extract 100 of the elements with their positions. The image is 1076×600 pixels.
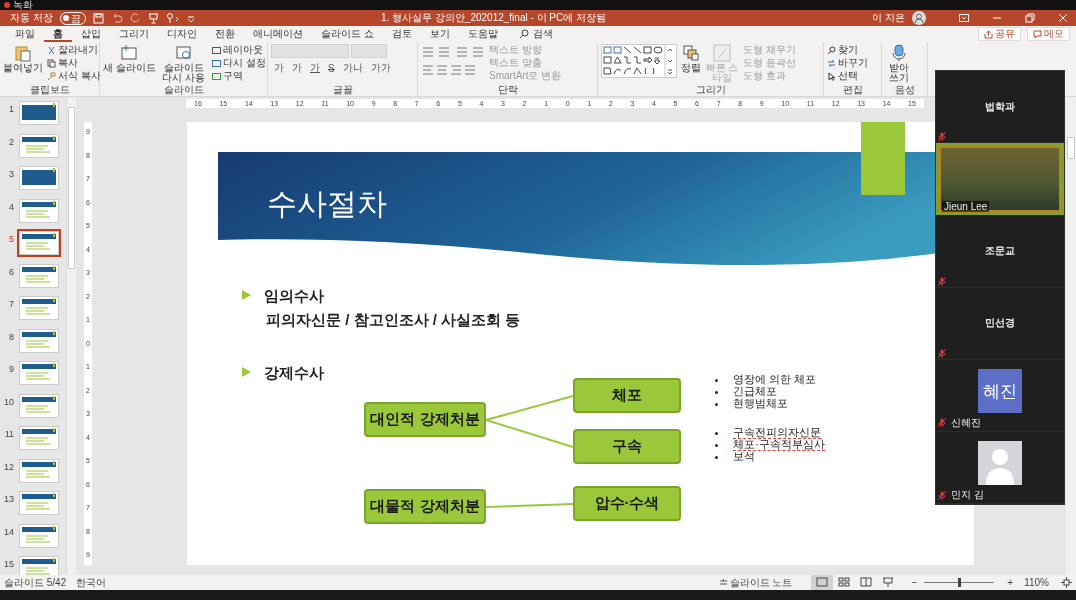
slide-thumbnail[interactable] bbox=[19, 328, 59, 353]
slide-search-icon bbox=[174, 44, 193, 62]
reuse-slides-button[interactable]: 슬라이드 다시 사용 bbox=[159, 44, 208, 83]
slide-number: 13 bbox=[3, 494, 14, 504]
arrange-button[interactable]: 정렬 bbox=[681, 44, 701, 73]
slide-thumbnail[interactable] bbox=[19, 166, 59, 190]
slide-thumbnail[interactable] bbox=[19, 426, 59, 450]
fit-to-window-icon[interactable] bbox=[1061, 577, 1072, 588]
person-silhouette-icon bbox=[978, 441, 1022, 486]
reset-button[interactable]: 다시 설정 bbox=[211, 57, 266, 69]
arrange-icon bbox=[682, 44, 700, 62]
redo-icon[interactable] bbox=[129, 12, 141, 24]
ribbon-tab[interactable]: 그리기 bbox=[110, 26, 158, 42]
slide-thumbnail[interactable] bbox=[19, 101, 59, 125]
replace-button[interactable]: 바꾸기 bbox=[827, 57, 868, 69]
slide-thumbnail[interactable] bbox=[19, 263, 59, 288]
scrollbar[interactable] bbox=[66, 97, 76, 575]
language-label[interactable]: 한국어 bbox=[76, 575, 107, 590]
participant-name: 법학과 bbox=[985, 99, 1015, 114]
font-format-button[interactable]: 가 bbox=[289, 61, 305, 75]
diagram-node: 대인적 강제처분 bbox=[364, 402, 486, 437]
section-heading: 임의수사 bbox=[264, 287, 324, 306]
slide-thumbnail[interactable] bbox=[19, 361, 59, 385]
slide-thumbnail[interactable] bbox=[19, 133, 59, 158]
brush-icon bbox=[47, 71, 56, 81]
ribbon-tab[interactable]: 검토 bbox=[382, 26, 421, 42]
diagram-node: 압수·수색 bbox=[573, 486, 681, 521]
ribbon-tab[interactable]: 애니메이션 bbox=[244, 26, 312, 42]
paste-button[interactable]: 붙여넣기 bbox=[3, 44, 43, 73]
restore-icon[interactable] bbox=[1025, 13, 1035, 23]
ribbon-tab[interactable]: 보기 bbox=[420, 26, 459, 42]
slide-thumbnail[interactable] bbox=[19, 491, 59, 515]
cut-button[interactable]: 잘라내기 bbox=[47, 44, 101, 56]
slide-number: 14 bbox=[3, 526, 14, 537]
notes-button[interactable]: 슬라이드 노트 bbox=[718, 575, 793, 590]
bullet-text: 구속전피의자신문 bbox=[733, 427, 821, 439]
normal-view-icon[interactable] bbox=[811, 575, 834, 590]
slide-thumbnail[interactable] bbox=[19, 458, 59, 483]
dictate-button[interactable]: 받아 쓰기 bbox=[885, 44, 913, 83]
font-format-button[interactable]: 가가 bbox=[367, 61, 394, 75]
font-format-button[interactable]: 가나 bbox=[339, 61, 366, 75]
participant-name: 민선경 bbox=[985, 316, 1015, 331]
new-slide-button[interactable]: 새 슬라이드 bbox=[103, 44, 156, 73]
presentation-icon[interactable] bbox=[147, 12, 159, 24]
ribbon-tab[interactable]: 파일 bbox=[6, 26, 44, 42]
bullet-icon bbox=[715, 378, 718, 382]
section-icon bbox=[211, 71, 221, 81]
touch-mode-icon[interactable] bbox=[165, 12, 180, 24]
layout-icon bbox=[211, 45, 221, 55]
diagram-node: 체포 bbox=[573, 378, 681, 413]
find-button[interactable]: 찾기 bbox=[827, 44, 868, 56]
font-size-field[interactable] bbox=[351, 44, 387, 58]
share-button[interactable]: 공유 bbox=[978, 27, 1021, 41]
comment-button[interactable]: 메모 bbox=[1027, 27, 1070, 41]
zoom-in-button[interactable]: + bbox=[1006, 576, 1015, 589]
slide-thumbnail[interactable] bbox=[19, 556, 59, 575]
font-format-button[interactable]: 가 bbox=[307, 61, 323, 75]
ribbon-tab[interactable]: 삽입 bbox=[72, 26, 110, 42]
slide-thumbnail[interactable] bbox=[19, 231, 59, 255]
section-button[interactable]: 구역 bbox=[211, 70, 266, 82]
user-avatar-icon[interactable] bbox=[912, 11, 926, 25]
font-name-field[interactable] bbox=[271, 44, 349, 58]
shapes-gallery[interactable] bbox=[601, 44, 677, 78]
slide-number: 3 bbox=[8, 169, 14, 179]
slide-thumbnail[interactable] bbox=[19, 198, 59, 223]
slide-thumbnail[interactable] bbox=[19, 523, 59, 548]
save-icon[interactable] bbox=[92, 12, 104, 24]
participant-name: 신혜진 bbox=[949, 415, 983, 430]
select-button[interactable]: 선택 bbox=[827, 70, 868, 82]
slide-thumbnail[interactable] bbox=[19, 296, 59, 320]
slide-number: 7 bbox=[8, 299, 14, 309]
swap-arrows-icon bbox=[827, 58, 836, 68]
ribbon-tab[interactable]: 슬라이드 쇼 bbox=[312, 26, 383, 42]
ribbon-tab[interactable]: 디자인 bbox=[158, 26, 206, 42]
ribbon-tab[interactable]: 전환 bbox=[206, 26, 244, 42]
zoom-out-button[interactable]: − bbox=[910, 576, 919, 589]
format-painter-button[interactable]: 서식 복사 bbox=[47, 70, 101, 82]
font-format-button[interactable]: S bbox=[325, 61, 338, 75]
slide-thumbnail[interactable] bbox=[19, 393, 59, 418]
search-icon bbox=[827, 45, 836, 55]
close-icon[interactable] bbox=[1058, 13, 1068, 23]
participant-name: 민지 김 bbox=[949, 488, 986, 503]
scrollbar[interactable] bbox=[1066, 97, 1076, 575]
zoom-level[interactable]: 110% bbox=[1024, 577, 1049, 588]
ribbon-tab[interactable]: 도움말 bbox=[458, 26, 507, 42]
copy-button[interactable]: 복사 bbox=[47, 57, 101, 69]
layout-button[interactable]: 레이아웃 bbox=[211, 44, 266, 56]
group-label: 편집 bbox=[841, 84, 864, 96]
triangle-bullet-icon bbox=[242, 290, 251, 300]
slide-number: 6 bbox=[8, 266, 14, 277]
search-field[interactable]: 검색 bbox=[518, 27, 553, 41]
font-format-button[interactable]: 가 bbox=[271, 61, 287, 75]
diagram-node: 구속 bbox=[573, 429, 681, 464]
bullet-text: 보석 bbox=[733, 451, 755, 463]
ribbon-display-icon[interactable] bbox=[959, 13, 969, 23]
copy-icon bbox=[47, 58, 56, 68]
diagram-node: 대물적 강제처분 bbox=[364, 489, 486, 524]
slide-number: 1 bbox=[8, 104, 14, 114]
notes-icon bbox=[718, 578, 728, 587]
autosave-label: 자동 저장 bbox=[10, 11, 53, 25]
